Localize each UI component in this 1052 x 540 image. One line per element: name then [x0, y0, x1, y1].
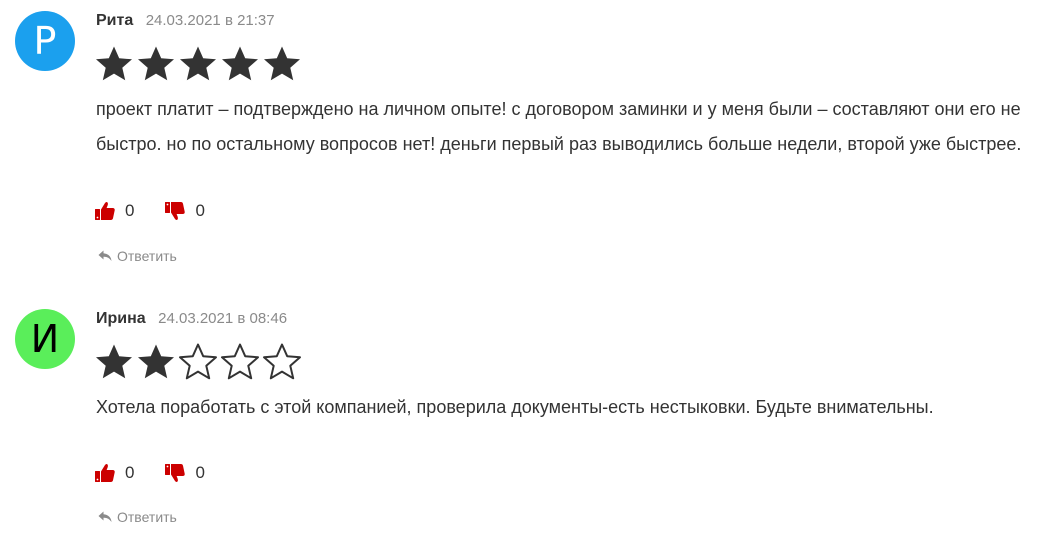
dislike-count: 0	[195, 463, 205, 482]
star-empty-icon	[178, 342, 220, 382]
dislike-count: 0	[195, 201, 205, 220]
thumbs-down-icon	[164, 462, 186, 484]
dislike-button[interactable]: 0	[164, 462, 205, 484]
reply-button[interactable]: Ответить	[98, 509, 177, 525]
star-filled-icon	[94, 342, 136, 382]
reply-label: Ответить	[117, 509, 177, 525]
star-rating	[94, 44, 304, 84]
reply-button[interactable]: Ответить	[98, 248, 177, 264]
comment-date: 24.03.2021 в 21:37	[145, 12, 275, 29]
star-empty-icon	[220, 342, 262, 382]
like-count: 0	[125, 463, 135, 482]
star-filled-icon	[262, 44, 304, 84]
comment-header: Рита 24.03.2021 в 21:37	[96, 10, 275, 32]
dislike-button[interactable]: 0	[164, 200, 205, 222]
reply-label: Ответить	[117, 248, 177, 264]
star-filled-icon	[136, 342, 178, 382]
comments-list: Р Рита 24.03.2021 в 21:37 проект платит …	[0, 0, 1052, 540]
comment-text: Хотела поработать с этой компанией, пров…	[96, 397, 934, 417]
like-button[interactable]: 0	[94, 462, 134, 484]
avatar: Р	[15, 11, 75, 71]
author-name: Рита	[96, 12, 134, 29]
vote-bar: 0 0	[94, 199, 235, 223]
reply-arrow-icon	[98, 250, 117, 262]
comment-header: Ирина 24.03.2021 в 08:46	[96, 308, 287, 330]
thumbs-up-icon	[94, 200, 116, 222]
comment-date: 24.03.2021 в 08:46	[158, 310, 288, 327]
star-empty-icon	[262, 342, 304, 382]
avatar-letter: Р	[33, 19, 57, 63]
reply-arrow-icon	[98, 511, 117, 523]
author-name: Ирина	[96, 310, 146, 327]
vote-bar: 0 0	[94, 461, 235, 485]
thumbs-up-icon	[94, 462, 116, 484]
avatar: И	[15, 309, 75, 369]
comment-text: проект платит – подтверждено на личном о…	[96, 99, 1022, 154]
avatar-letter: И	[30, 317, 60, 361]
star-filled-icon	[94, 44, 136, 84]
star-filled-icon	[220, 44, 262, 84]
like-count: 0	[125, 201, 135, 220]
comment-item: И Ирина 24.03.2021 в 08:46 Хотела порабо…	[0, 298, 1052, 540]
thumbs-down-icon	[164, 200, 186, 222]
star-filled-icon	[136, 44, 178, 84]
like-button[interactable]: 0	[94, 200, 134, 222]
star-filled-icon	[178, 44, 220, 84]
star-rating	[94, 342, 304, 382]
comment-item: Р Рита 24.03.2021 в 21:37 проект платит …	[0, 0, 1052, 280]
